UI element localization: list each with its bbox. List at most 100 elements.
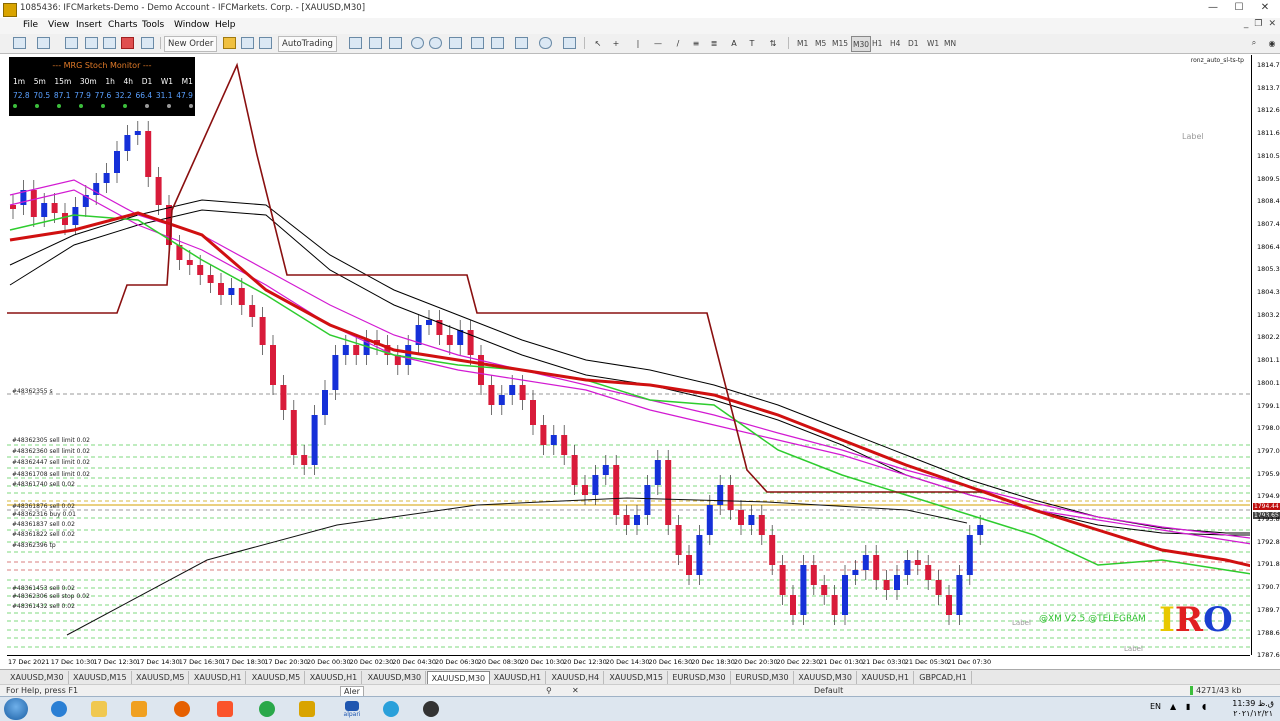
chart-tab[interactable]: XAUUSD,M15 (69, 671, 132, 684)
arrows-icon[interactable]: ⇅ (766, 36, 780, 50)
templates-icon[interactable] (562, 36, 576, 50)
brave-icon[interactable] (208, 699, 242, 719)
chart-tab[interactable]: XAUUSD,M30 (6, 671, 69, 684)
horizontal-line-icon[interactable]: — (652, 36, 664, 50)
timeframe-h1[interactable]: H1 (871, 36, 883, 50)
menu-tools[interactable]: Tools (142, 20, 164, 30)
search-icon[interactable]: ⌕ (1248, 36, 1260, 50)
zoom-out-icon[interactable] (428, 36, 442, 50)
price-tick-label: 1800.10 (1257, 378, 1280, 387)
tile-windows-icon[interactable] (448, 36, 462, 50)
strategy-tester-icon[interactable] (140, 36, 154, 50)
close-button[interactable]: ✕ (1252, 0, 1278, 17)
metatrader-icon[interactable] (290, 699, 324, 719)
autotrading-button[interactable]: AutoTrading (278, 36, 337, 52)
status-traffic: 4271/43 kb (1190, 686, 1242, 695)
timeframe-m15[interactable]: M15 (831, 36, 849, 50)
timeframe-m30[interactable]: M30 (851, 36, 872, 52)
new-chart-icon[interactable] (12, 36, 26, 50)
minimize-button[interactable]: — (1200, 0, 1226, 17)
chart-tab[interactable]: XAUUSD,M30 (426, 671, 491, 685)
profiles-icon[interactable] (36, 36, 50, 50)
language-indicator[interactable]: EN (1150, 702, 1161, 711)
mdi-minimize-button[interactable]: _ (1244, 19, 1249, 29)
new-order-button[interactable]: New Order (164, 36, 218, 52)
menu-window[interactable]: Window (174, 20, 210, 30)
zoom-in-icon[interactable] (410, 36, 424, 50)
navigator-icon[interactable] (84, 36, 98, 50)
bar-chart-icon[interactable] (348, 36, 362, 50)
candlestick-icon[interactable] (368, 36, 382, 50)
metaeditor-icon[interactable] (222, 36, 236, 50)
chart-tab[interactable]: XAUUSD,M5 (248, 671, 306, 684)
menu-view[interactable]: View (48, 20, 69, 30)
candle-body (426, 320, 432, 325)
panel-pin-icon[interactable]: ⚲ (546, 686, 552, 695)
maximize-button[interactable]: ☐ (1226, 0, 1252, 17)
line-chart-icon[interactable] (388, 36, 402, 50)
chart-shift-icon[interactable] (490, 36, 504, 50)
timeframe-d1[interactable]: D1 (907, 36, 920, 50)
order-label: #48362355 s (12, 388, 53, 395)
chart-tab[interactable]: EURUSD,M30 (668, 671, 731, 684)
text-label-icon[interactable]: T (746, 36, 758, 50)
mdi-restore-button[interactable]: ❐ (1254, 19, 1262, 29)
market-watch-icon[interactable] (64, 36, 78, 50)
menu-charts[interactable]: Charts (108, 20, 137, 30)
firefox-icon[interactable] (165, 699, 199, 719)
mdi-close-button[interactable]: ✕ (1268, 19, 1276, 29)
menu-file[interactable]: File (23, 20, 38, 30)
chart-tab[interactable]: XAUUSD,M15 (605, 671, 668, 684)
autoscroll-icon[interactable] (470, 36, 484, 50)
price-chart[interactable]: ronz_auto_sl-ts-tp Label Label Label @XM… (7, 55, 1250, 655)
timeframe-mn[interactable]: MN (943, 36, 957, 50)
periods-icon[interactable] (538, 36, 552, 50)
chrome-icon[interactable] (250, 699, 284, 719)
candle-body (873, 555, 880, 580)
chart-tab[interactable]: XAUUSD,M5 (132, 671, 190, 684)
chart-tab[interactable]: XAUUSD,M30 (364, 671, 427, 684)
signals-icon[interactable] (258, 36, 272, 50)
tray-up-icon[interactable]: ▲ (1170, 702, 1176, 711)
chart-tab[interactable]: XAUUSD,H1 (190, 671, 247, 684)
chart-tab[interactable]: EURUSD,M30 (731, 671, 794, 684)
data-window-icon[interactable] (102, 36, 116, 50)
fibonacci-icon[interactable]: ≣ (708, 36, 720, 50)
chart-tab[interactable]: XAUUSD,H1 (857, 671, 914, 684)
equidistant-channel-icon[interactable]: ≡ (690, 36, 702, 50)
candle-body (748, 515, 755, 525)
crosshair-icon[interactable]: + (610, 36, 622, 50)
volume-icon[interactable]: ◖ (1202, 702, 1206, 711)
ie-icon[interactable] (42, 699, 76, 719)
media-icon[interactable] (122, 699, 156, 719)
cursor-icon[interactable]: ↖ (592, 36, 604, 50)
chart-tab[interactable]: XAUUSD,H4 (548, 671, 605, 684)
market-icon[interactable] (240, 36, 254, 50)
menu-insert[interactable]: Insert (76, 20, 102, 30)
chart-tab[interactable]: XAUUSD,H1 (306, 671, 363, 684)
user-icon[interactable]: ◉ (1266, 36, 1278, 50)
candle-body (186, 260, 193, 265)
trendline-icon[interactable]: / (672, 36, 684, 50)
terminal-icon[interactable] (120, 36, 134, 50)
timeframe-w1[interactable]: W1 (926, 36, 940, 50)
chart-tab[interactable]: XAUUSD,M30 (794, 671, 857, 684)
alpari-button[interactable]: alpari (334, 699, 370, 719)
timeframe-h4[interactable]: H4 (889, 36, 901, 50)
window-controls: — ☐ ✕ (1200, 0, 1278, 17)
start-orb-icon[interactable] (4, 698, 28, 720)
panel-close-icon[interactable]: ✕ (572, 686, 579, 695)
timeframe-m5[interactable]: M5 (814, 36, 827, 50)
menu-help[interactable]: Help (215, 20, 236, 30)
timeframe-m1[interactable]: M1 (796, 36, 809, 50)
chart-tab[interactable]: XAUUSD,H1 (490, 671, 547, 684)
indicators-icon[interactable] (514, 36, 528, 50)
vertical-line-icon[interactable]: | (632, 36, 644, 50)
text-tool-icon[interactable]: A (728, 36, 740, 50)
obs-icon[interactable] (414, 699, 448, 719)
chart-tab[interactable]: GBPCAD,H1 (915, 671, 972, 684)
network-icon[interactable]: ▮ (1186, 702, 1190, 711)
telegram-icon[interactable] (374, 699, 408, 719)
taskbar-clock[interactable]: 11:39 ق.ظ ۲۰۲۱/۱۲/۲۱ (1232, 699, 1274, 719)
folder-icon[interactable] (82, 699, 116, 719)
